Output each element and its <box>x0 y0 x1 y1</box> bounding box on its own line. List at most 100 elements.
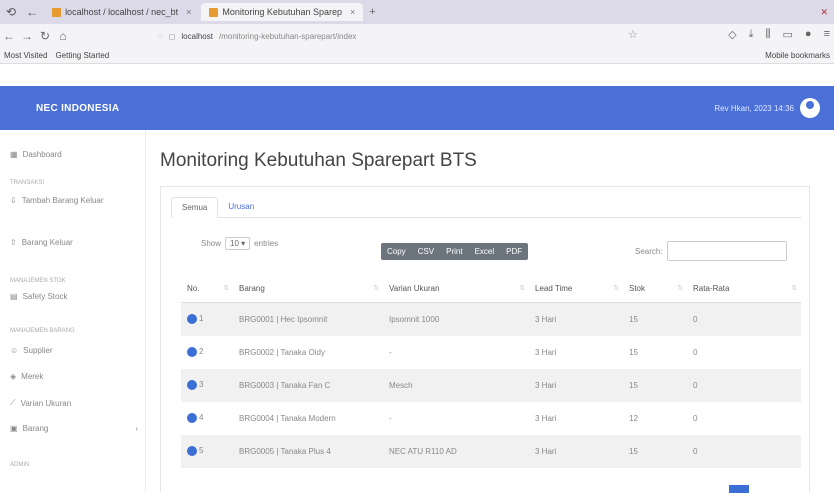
browser-tab-2[interactable]: Monitoring Kebutuhan Sparep × <box>201 3 364 21</box>
box-icon: ▣ <box>10 424 18 433</box>
bookmark-most-visited[interactable]: Most Visited <box>4 51 47 60</box>
cell-no: 1 <box>181 302 233 336</box>
sidebar-item-label: Merek <box>21 372 44 381</box>
brand-logo[interactable]: NEC INDONESIA <box>0 103 119 114</box>
column-header-no[interactable]: No. ⇅ <box>181 275 233 303</box>
tag-icon: ◈ <box>10 372 17 381</box>
cell-stok: 15 <box>629 347 638 357</box>
sidebar-item-tambah-barang-keluar[interactable]: ⇩ Tambah Barang Keluar <box>10 196 138 205</box>
bookmark-getting-started[interactable]: Getting Started <box>55 51 109 60</box>
cell-varian: Mesch <box>383 368 529 402</box>
url-path: /monitoring-kebutuhan-sparepart/index <box>218 31 357 41</box>
browser-tab-1[interactable]: localhost / localhost / nec_bt × <box>44 3 199 21</box>
expand-row-icon[interactable] <box>187 314 197 325</box>
sidebar-item-varian-ukuran[interactable]: ⟋ Varian Ukuran <box>10 398 138 408</box>
close-tab-icon[interactable]: × <box>350 7 355 17</box>
back-icon[interactable]: ← <box>0 29 18 43</box>
cell-no: 4 <box>181 402 233 435</box>
excel-button[interactable]: Excel <box>469 243 501 260</box>
table-row[interactable]: 1 BRG0001 | Hec Ipsomnit Ipsomnit 1000 3… <box>181 302 801 336</box>
sidebar-section-label: Manajemen Stok <box>10 278 66 284</box>
print-button[interactable]: Print <box>440 243 468 260</box>
pdf-button[interactable]: PDF <box>500 243 528 260</box>
reader-icon[interactable]: ▭ <box>783 28 793 41</box>
sidebar-item-label: Dashboard <box>22 150 62 159</box>
bookmark-mobile[interactable]: Mobile bookmarks <box>765 51 830 60</box>
sidebar-item-barang[interactable]: ▣ Barang ‹ <box>10 424 138 433</box>
entries-select-value: 10 <box>230 239 239 248</box>
table-row[interactable]: 3 BRG0003 | Tanaka Fan C Mesch 3 Hari 15… <box>181 368 801 402</box>
search-label: Search: <box>635 246 663 256</box>
expand-row-icon[interactable] <box>187 446 197 456</box>
sidebar-item-label: Barang <box>22 424 49 433</box>
cell-rata-rata: 0 <box>693 347 698 357</box>
cell-varian: - <box>389 347 392 357</box>
entries-label: entries <box>254 239 279 248</box>
browser-toolbar-icons: ◇ ⤓ ⫼ ▭ ● ≡ <box>728 28 830 41</box>
download-icon[interactable]: ⤓ <box>749 28 754 41</box>
copy-button[interactable]: Copy <box>381 243 412 260</box>
sidebar-item-label: Supplier <box>23 346 53 355</box>
forward-icon[interactable]: → <box>18 29 36 43</box>
sidebar-section-label: Manajemen Barang <box>10 328 75 334</box>
expand-row-icon[interactable] <box>187 347 197 357</box>
export-button-group: Copy CSV Print Excel PDF <box>381 243 529 260</box>
reload-icon[interactable]: ↻ <box>36 29 54 43</box>
sort-icon: ⇅ <box>373 285 379 292</box>
expand-row-icon[interactable] <box>187 380 197 390</box>
close-tab-icon[interactable]: × <box>186 7 191 17</box>
cell-rata-rata: 0 <box>687 302 801 336</box>
account-icon[interactable]: ● <box>805 28 812 41</box>
cell-no: 3 <box>181 368 233 402</box>
home-icon[interactable]: ⌂ <box>54 29 72 43</box>
user-icon: ☺ <box>10 346 19 355</box>
new-tab-icon[interactable]: + <box>369 6 375 18</box>
app-header: NEC INDONESIA Rev Hkan, 2023 14:36 <box>0 86 834 130</box>
table-row[interactable]: 5 BRG0005 | Tanaka Plus 4 NEC ATU R110 A… <box>181 434 801 468</box>
table-row[interactable]: 2 BRG0002 | Tanaka Oidy - 3 Hari 15 0 <box>181 336 801 369</box>
tab-favicon-icon <box>52 7 62 17</box>
tab-semua[interactable]: Semua <box>171 197 219 218</box>
entries-select[interactable]: 10 ▾ <box>225 237 251 250</box>
app-menu-icon[interactable]: ⟲ <box>6 5 16 19</box>
chart-icon: ▤ <box>10 292 18 301</box>
window-close-icon[interactable]: ✕ <box>820 7 828 18</box>
sidebar-item-safety-stock[interactable]: ▤ Safety Stock <box>10 292 138 301</box>
column-header-stok[interactable]: Stok ⇅ <box>623 275 687 303</box>
tab-urusan[interactable]: Urusan <box>218 197 264 217</box>
header-user-text: Rev Hkan, 2023 14:36 <box>714 103 794 113</box>
csv-button[interactable]: CSV <box>412 243 440 260</box>
table-search: Search: <box>635 241 787 261</box>
content-card: Semua Urusan Show 10 ▾ entries Copy CSV … <box>160 186 810 493</box>
show-label: Show <box>201 239 222 248</box>
menu-icon[interactable]: ≡ <box>824 28 830 41</box>
bookmark-star-icon[interactable]: ☆ <box>628 28 638 41</box>
sidebar-item-label: Tambah Barang Keluar <box>21 196 104 205</box>
entries-length-control: Show 10 ▾ entries <box>201 237 278 250</box>
column-header-lead-time[interactable]: Lead Time ⇅ <box>529 275 623 303</box>
header-user[interactable]: Rev Hkan, 2023 14:36 <box>714 98 834 118</box>
search-input[interactable] <box>666 241 787 261</box>
avatar[interactable] <box>800 98 820 118</box>
cell-barang: BRG0002 | Tanaka Oidy <box>239 347 325 357</box>
back-icon[interactable]: ← <box>26 5 38 19</box>
sidebar-item-merek[interactable]: ◈ Merek <box>10 372 138 381</box>
url-bar[interactable]: ◌ ◻ localhost /monitoring-kebutuhan-spar… <box>158 27 650 45</box>
tab-favicon-icon <box>209 7 219 17</box>
table-header-row: No. ⇅ Barang ⇅ Varian Ukuran ⇅ Lead Time ⇅ S… <box>181 275 801 303</box>
cell-barang: BRG0004 | Tanaka Modern <box>239 413 336 423</box>
column-header-barang[interactable]: Barang ⇅ <box>233 275 383 303</box>
grid-icon: ▦ <box>10 150 18 159</box>
sidebar-item-dashboard[interactable]: ▦ Dashboard <box>10 150 138 159</box>
library-icon[interactable]: ⫼ <box>765 28 770 41</box>
sidebar-item-supplier[interactable]: ☺ Supplier <box>10 346 138 355</box>
expand-row-icon[interactable] <box>187 413 197 423</box>
sidebar-item-barang-keluar[interactable]: ⇧ Barang Keluar <box>10 238 138 247</box>
column-header-rata-rata[interactable]: Rata-Rata ⇅ <box>687 275 801 303</box>
cell-rata-rata: 0 <box>687 434 801 468</box>
cell-stok: 15 <box>623 302 687 336</box>
column-header-varian[interactable]: Varian Ukuran ⇅ <box>383 275 529 303</box>
url-host: localhost <box>181 31 213 41</box>
table-row[interactable]: 4 BRG0004 | Tanaka Modern - 3 Hari 12 0 <box>181 402 801 435</box>
pocket-icon[interactable]: ◇ <box>728 28 736 41</box>
